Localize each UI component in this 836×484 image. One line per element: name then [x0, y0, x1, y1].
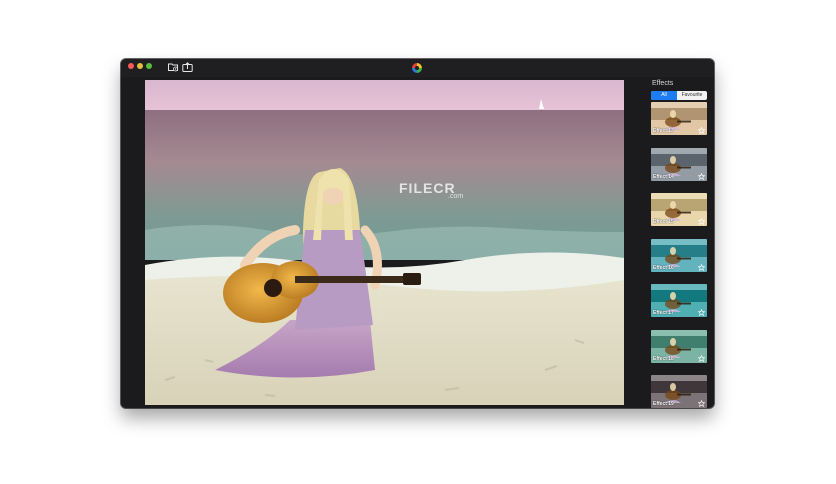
title-bar — [121, 59, 714, 77]
filter-all-button[interactable]: All — [651, 91, 677, 100]
effect-thumbnail[interactable]: Effect 16 — [651, 238, 707, 272]
favourite-star-icon[interactable] — [698, 309, 705, 316]
minimize-window-button[interactable] — [137, 63, 143, 69]
effect-thumbnail[interactable]: Effect 13 — [651, 102, 707, 135]
effect-label: Effect 16 — [653, 264, 674, 271]
app-window: FILECR .com Effects All Favourite Effect… — [121, 59, 714, 408]
favourite-star-icon[interactable] — [698, 218, 705, 225]
effect-label: Effect 15 — [653, 219, 674, 225]
effect-thumbnail[interactable]: Effect 15 — [651, 193, 707, 226]
effect-label: Effect 19 — [653, 401, 674, 407]
open-folder-icon[interactable] — [168, 62, 179, 72]
effect-label: Effect 17 — [653, 310, 674, 316]
effect-label: Effect 13 — [653, 128, 674, 134]
effect-thumbnail[interactable]: Effect 14 — [651, 147, 707, 181]
favourite-star-icon[interactable] — [698, 354, 705, 362]
effects-filter: All Favourite — [651, 91, 707, 100]
beach-guitar-photo — [145, 80, 624, 405]
effect-thumbnail[interactable]: Effect 19 — [651, 375, 707, 408]
favourite-star-icon[interactable] — [698, 127, 705, 134]
close-window-button[interactable] — [128, 63, 134, 69]
favourite-star-icon[interactable] — [698, 172, 705, 180]
watermark-domain: .com — [448, 193, 464, 200]
favourite-star-icon[interactable] — [698, 263, 705, 271]
favourite-star-icon[interactable] — [698, 400, 705, 407]
effect-label: Effect 18 — [653, 355, 674, 362]
effects-panel: Effects All Favourite Effect 13 Effect 14… — [645, 77, 714, 408]
effect-label: Effect 14 — [653, 173, 674, 180]
export-icon[interactable] — [182, 62, 193, 72]
photo-canvas[interactable]: FILECR .com — [145, 80, 624, 405]
app-logo-icon — [412, 63, 422, 73]
maximize-window-button[interactable] — [146, 63, 152, 69]
panel-title: Effects — [652, 80, 674, 87]
effect-thumbnail[interactable]: Effect 18 — [651, 329, 707, 363]
effect-thumbnail[interactable]: Effect 17 — [651, 284, 707, 317]
filter-favourite-button[interactable]: Favourite — [677, 91, 707, 100]
